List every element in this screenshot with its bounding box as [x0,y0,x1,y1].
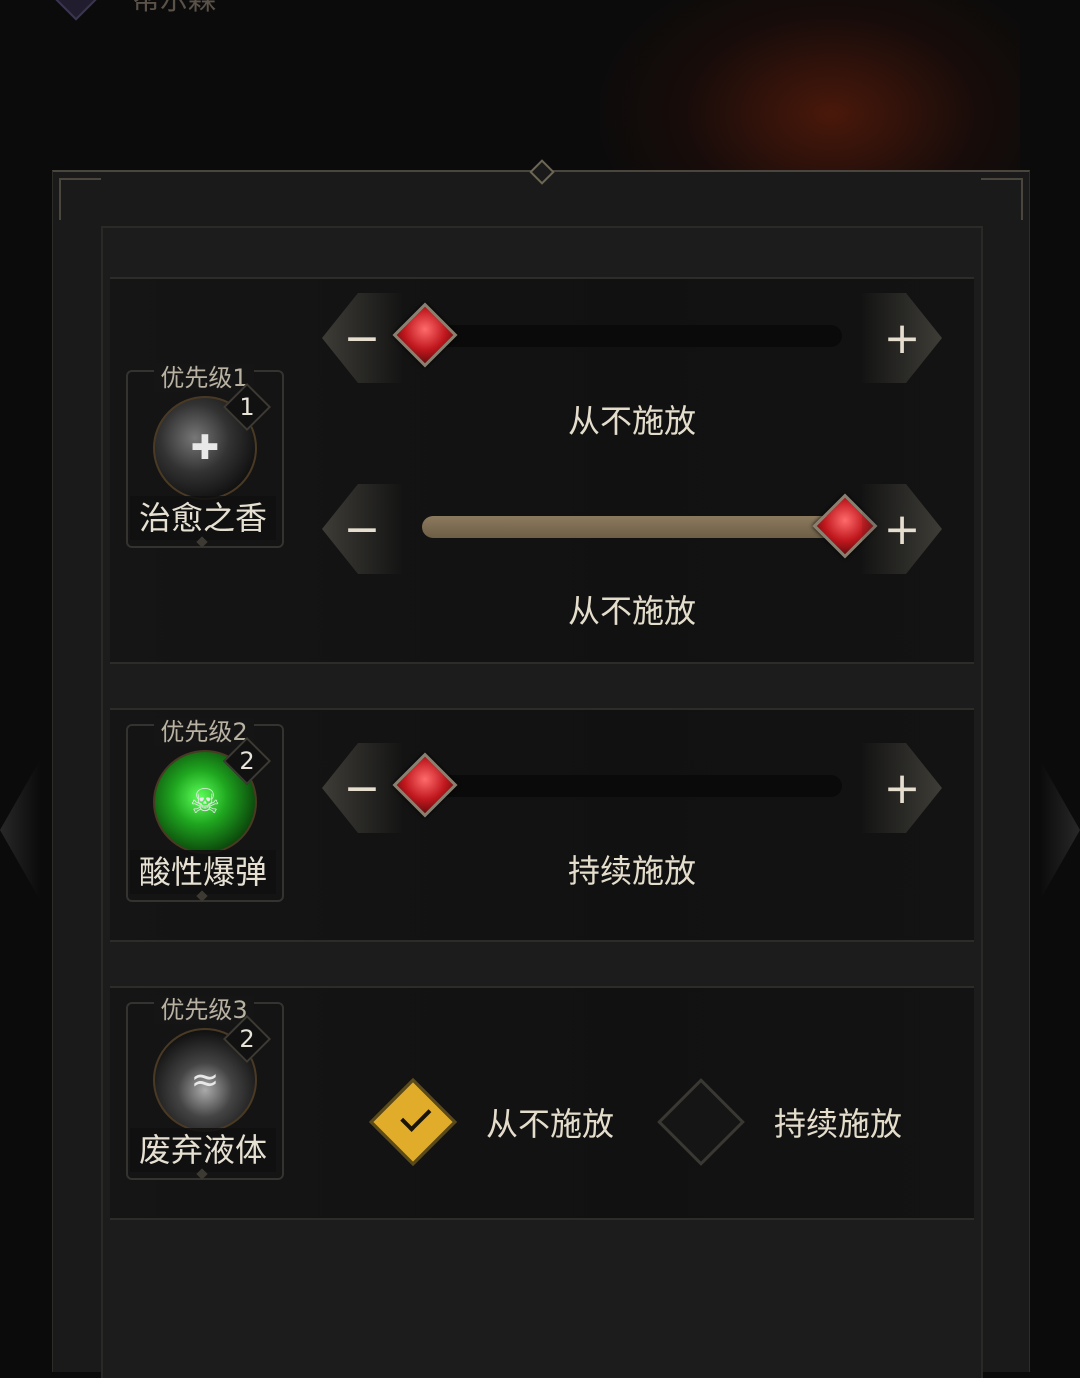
option-label: 从不施放 [486,1105,615,1143]
previous-page-arrow[interactable] [0,760,40,900]
checked-radio-icon[interactable] [369,1078,457,1166]
decrease-button[interactable]: − [322,743,402,833]
slider-track[interactable] [392,302,842,368]
increase-button[interactable]: + [862,484,942,574]
increase-button[interactable]: + [862,743,942,833]
priority-label: 优先级2 [154,718,254,746]
header-title: 帮示森 [132,0,216,18]
cast-state-label: 从不施放 [567,592,696,630]
skill-name: 酸性爆弹 [130,850,276,894]
slider-thumb[interactable] [392,302,458,368]
option-never-cast[interactable]: 从不施放 [369,1078,615,1166]
slider-track[interactable] [392,752,842,818]
priority-label: 优先级3 [154,996,254,1024]
cast-state-label: 持续施放 [567,852,696,890]
background-fire-glow [600,0,1020,180]
option-always-cast[interactable]: 持续施放 [657,1078,903,1166]
option-label: 持续施放 [774,1105,903,1143]
panel-top-ornament [529,159,555,185]
level-number: 1 [239,393,255,421]
skill-card-3[interactable]: 优先级3 ≈ 2 废弃液体 [126,990,284,1180]
top-header: 帮示森 [53,0,216,21]
cast-slider-2: − + [322,743,942,833]
cast-state-label: 从不施放 [567,402,696,440]
decrease-button[interactable]: − [322,293,402,383]
header-gem-icon [53,0,99,21]
priority-label: 优先级1 [154,364,254,392]
panel-corner-ornament [981,178,1023,220]
increase-button[interactable]: + [862,293,942,383]
skill-card-1[interactable]: 优先级1 ✚ 1 治愈之香 [126,358,284,548]
cast-slider-1b: − + [322,484,942,574]
next-page-arrow[interactable] [1040,760,1080,900]
cast-slider-1a: − + [322,293,942,383]
decrease-button[interactable]: − [322,484,402,574]
slider-thumb[interactable] [392,752,458,818]
skill-card-2[interactable]: 优先级2 ☠ 2 酸性爆弹 [126,712,284,902]
panel-corner-ornament [59,178,101,220]
slider-fill [422,516,842,538]
level-number: 2 [239,747,255,775]
unchecked-radio-icon[interactable] [657,1078,745,1166]
level-number: 2 [239,1025,255,1053]
slider-track[interactable] [422,493,878,559]
skill-name: 治愈之香 [130,496,276,540]
skill-name: 废弃液体 [130,1128,276,1172]
